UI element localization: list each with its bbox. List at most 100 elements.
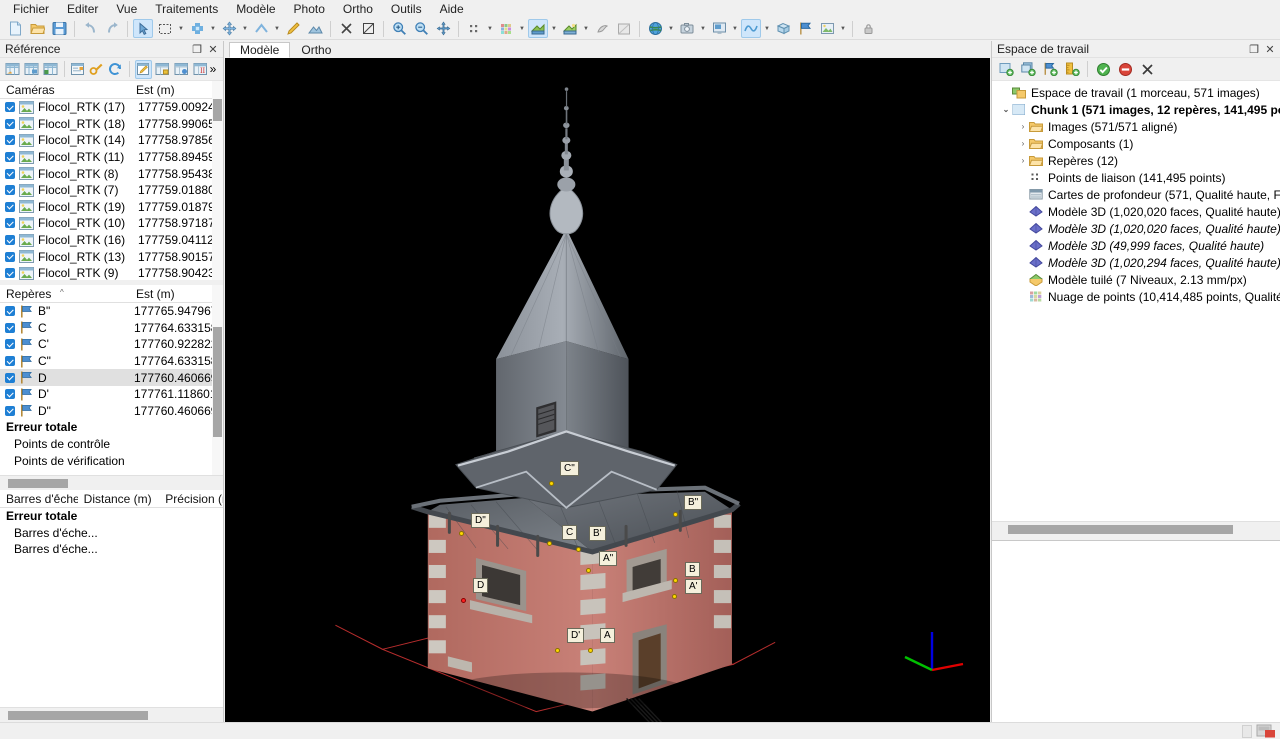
- magic-wand-selection-icon[interactable]: [187, 19, 207, 38]
- textured-model-view-icon[interactable]: [560, 19, 580, 38]
- markers-row-list[interactable]: B" 177765.947967 C 177764.633158 C' 177760.…: [0, 303, 223, 469]
- viewport-marker-label[interactable]: C: [562, 525, 578, 540]
- scalebars-column-name[interactable]: Barres d'échelle ^: [0, 492, 78, 506]
- globe-view-icon[interactable]: [645, 19, 665, 38]
- marker-row[interactable]: C 177764.633158: [0, 320, 223, 337]
- marker-row[interactable]: D 177760.460669: [0, 369, 223, 386]
- view-errors-icon[interactable]: [173, 60, 190, 79]
- workspace-tree[interactable]: Espace de travail (1 morceau, 571 images…: [992, 81, 1280, 521]
- rotate-object-icon[interactable]: [251, 19, 271, 38]
- new-document-icon[interactable]: [5, 19, 25, 38]
- tree-node[interactable]: ⌄ Chunk 1 (571 images, 12 repères, 141,49…: [992, 101, 1280, 118]
- reference-toolbar-overflow[interactable]: »: [210, 62, 223, 76]
- camera-row[interactable]: Flocol_RTK (11) 177758.89459: [0, 149, 223, 166]
- menu-modele[interactable]: Modèle: [227, 0, 284, 18]
- chevron-right-icon[interactable]: ›: [1017, 139, 1029, 148]
- tree-node[interactable]: Modèle 3D (49,999 faces, Qualité haute): [992, 237, 1280, 254]
- camera-row[interactable]: Flocol_RTK (17) 177759.00924: [0, 99, 223, 116]
- chevron-down-icon[interactable]: ⌄: [1000, 105, 1012, 114]
- markers-column-name[interactable]: Repères ^: [0, 287, 130, 301]
- viewport-marker-label[interactable]: C": [560, 461, 579, 476]
- shaded-model-view-icon[interactable]: [528, 19, 548, 38]
- lock-icon[interactable]: [858, 19, 878, 38]
- viewport-marker-point[interactable]: [586, 568, 591, 573]
- open-folder-icon[interactable]: [27, 19, 47, 38]
- camera-row[interactable]: Flocol_RTK (19) 177759.01879: [0, 199, 223, 216]
- marker-checkbox[interactable]: [5, 322, 15, 333]
- add-markers-icon[interactable]: [1040, 60, 1060, 79]
- menu-aide[interactable]: Aide: [431, 0, 473, 18]
- viewport-marker-point[interactable]: [588, 648, 593, 653]
- camera-checkbox[interactable]: [5, 168, 15, 179]
- tree-node[interactable]: Modèle 3D (1,020,020 faces, Qualité haut…: [992, 203, 1280, 220]
- magic-wand-dropdown[interactable]: [208, 19, 218, 38]
- markers-summary-label[interactable]: Points de contrôle: [0, 436, 223, 453]
- globe-view-dropdown[interactable]: [666, 19, 676, 38]
- rectangle-selection-icon[interactable]: [155, 19, 175, 38]
- close-icon[interactable]: ✕: [1262, 42, 1278, 57]
- restore-icon[interactable]: ❐: [189, 42, 205, 57]
- viewport-marker-point[interactable]: [555, 648, 560, 653]
- rotate-object-dropdown[interactable]: [272, 19, 282, 38]
- viewport-marker-label[interactable]: D: [473, 578, 489, 593]
- viewport-marker-label[interactable]: B': [589, 526, 606, 541]
- viewport-marker-label[interactable]: D': [567, 628, 585, 643]
- marker-row[interactable]: D' 177761.118601: [0, 386, 223, 403]
- save-icon[interactable]: [49, 19, 69, 38]
- tab-ortho[interactable]: Ortho: [290, 42, 342, 58]
- zoom-in-icon[interactable]: [389, 19, 409, 38]
- cursor-select-icon[interactable]: [133, 19, 153, 38]
- viewport-marker-point[interactable]: [461, 598, 466, 603]
- camera-row[interactable]: Flocol_RTK (7) 177759.01880: [0, 182, 223, 199]
- marker-checkbox[interactable]: [5, 339, 15, 350]
- marker-checkbox[interactable]: [5, 372, 15, 383]
- marker-row[interactable]: B" 177765.947967: [0, 303, 223, 320]
- move-object-icon[interactable]: [219, 19, 239, 38]
- trackline-icon[interactable]: [741, 19, 761, 38]
- dem-view-icon[interactable]: [614, 19, 634, 38]
- marker-checkbox[interactable]: [5, 389, 15, 400]
- tree-node[interactable]: Espace de travail (1 morceau, 571 images…: [992, 84, 1280, 101]
- import-reference-icon[interactable]: [4, 60, 21, 79]
- marker-checkbox[interactable]: [5, 306, 15, 317]
- camera-checkbox[interactable]: [5, 235, 15, 246]
- tiled-model-view-icon[interactable]: [592, 19, 612, 38]
- menu-editer[interactable]: Editer: [58, 0, 107, 18]
- camera-row[interactable]: Flocol_RTK (9) 177758.90423: [0, 265, 223, 280]
- markers-visibility-icon[interactable]: [795, 19, 815, 38]
- viewport-marker-point[interactable]: [549, 481, 554, 486]
- cameras-visibility-icon[interactable]: [677, 19, 697, 38]
- display-settings-icon[interactable]: [709, 19, 729, 38]
- menu-fichier[interactable]: Fichier: [4, 0, 58, 18]
- display-settings-dropdown[interactable]: [730, 19, 740, 38]
- camera-checkbox[interactable]: [5, 185, 15, 196]
- add-chunk-icon[interactable]: [996, 60, 1016, 79]
- marker-row[interactable]: C" 177764.633158: [0, 353, 223, 370]
- reference-horizontal-scrollbar[interactable]: [0, 707, 223, 722]
- image-overlay-dropdown[interactable]: [838, 19, 848, 38]
- tree-node[interactable]: › Repères (12): [992, 152, 1280, 169]
- tree-node[interactable]: Points de liaison (141,495 points): [992, 169, 1280, 186]
- viewport-marker-point[interactable]: [547, 541, 552, 546]
- trackline-dropdown[interactable]: [762, 19, 772, 38]
- zoom-out-icon[interactable]: [411, 19, 431, 38]
- point-cloud-view-icon[interactable]: [464, 19, 484, 38]
- viewport-marker-point[interactable]: [672, 594, 677, 599]
- markers-total-error-label[interactable]: Erreur totale: [0, 419, 223, 436]
- menu-photo[interactable]: Photo: [285, 0, 334, 18]
- restore-icon[interactable]: ❐: [1246, 42, 1262, 57]
- tree-node[interactable]: Modèle 3D (1,020,020 faces, Qualité haut…: [992, 220, 1280, 237]
- point-cloud-view-dropdown[interactable]: [485, 19, 495, 38]
- menu-ortho[interactable]: Ortho: [334, 0, 382, 18]
- redo-icon[interactable]: [102, 19, 122, 38]
- camera-checkbox[interactable]: [5, 152, 15, 163]
- notification-icon[interactable]: [1256, 724, 1276, 738]
- reference-settings-icon[interactable]: [69, 60, 86, 79]
- scalebars-column-distance[interactable]: Distance (m): [78, 492, 160, 506]
- cameras-vertical-scrollbar[interactable]: [212, 81, 223, 280]
- chevron-right-icon[interactable]: ›: [1017, 122, 1029, 131]
- scalebars-total-error-label[interactable]: Erreur totale: [0, 508, 223, 525]
- camera-checkbox[interactable]: [5, 218, 15, 229]
- marker-row[interactable]: D" 177760.460669: [0, 403, 223, 420]
- draw-ruler-icon[interactable]: [283, 19, 303, 38]
